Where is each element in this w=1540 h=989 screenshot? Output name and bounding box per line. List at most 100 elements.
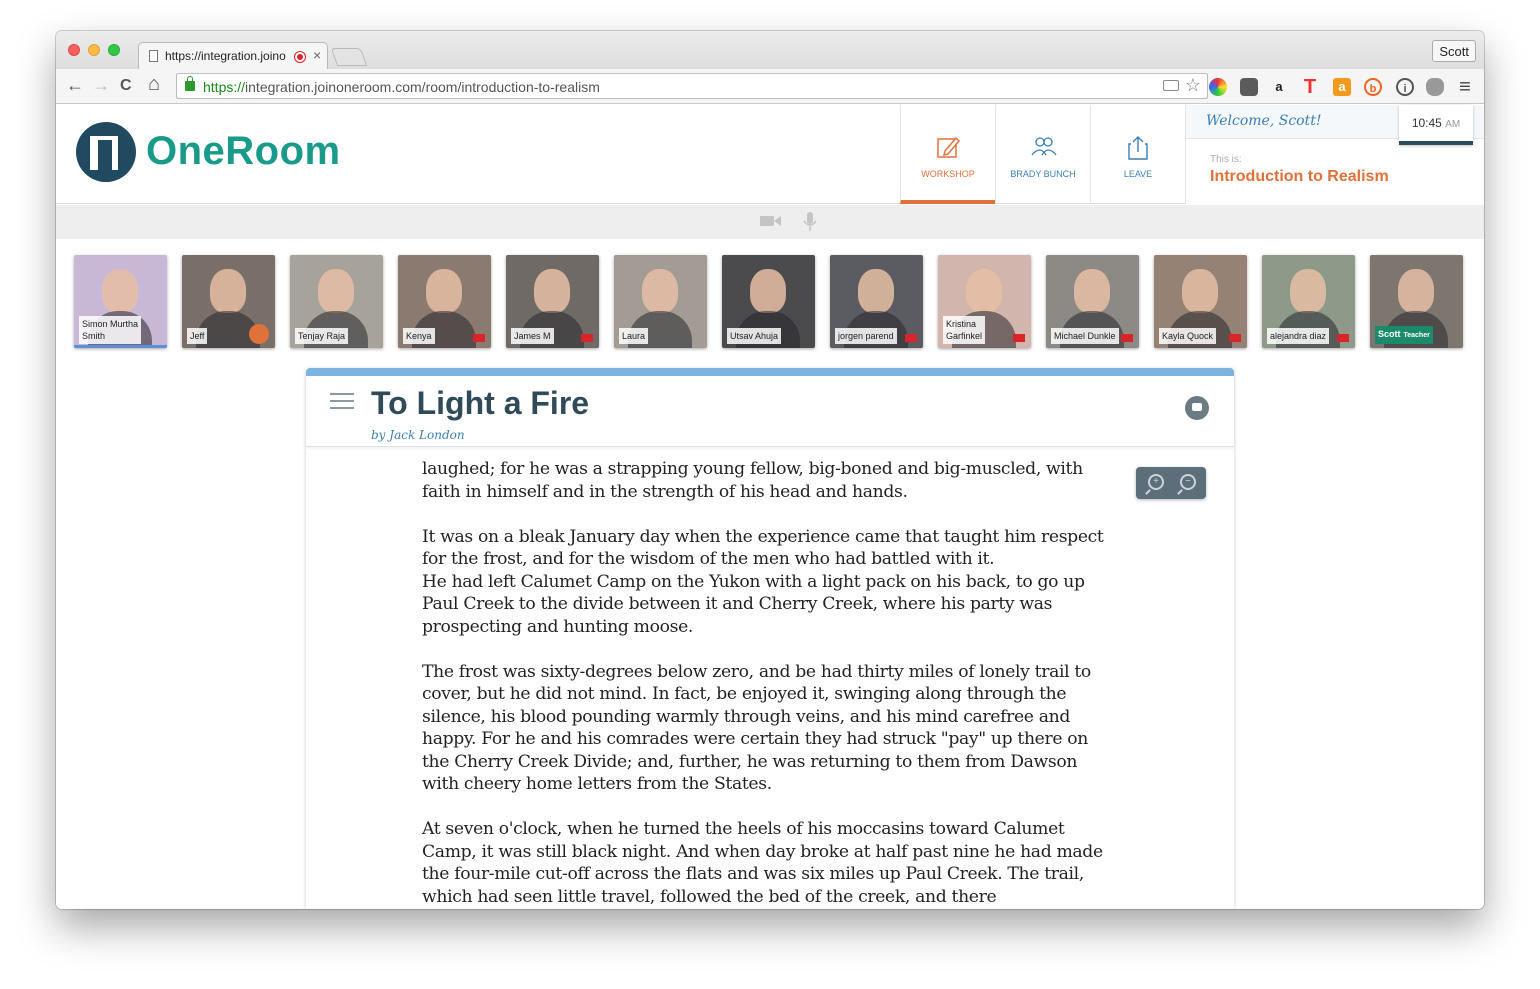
home-button[interactable]: ⌂	[148, 73, 160, 96]
camera-off-icon	[1229, 334, 1241, 342]
participant-face	[858, 269, 894, 313]
participant-face	[210, 269, 246, 313]
participant-face	[426, 269, 462, 313]
participant-name: Kayla Quock	[1159, 328, 1217, 344]
participant-video-tile[interactable]: Simon Murtha Smith	[74, 255, 167, 348]
hamburger-menu-icon[interactable]	[330, 393, 354, 411]
participant-name-text: Michael Dunkle	[1054, 331, 1116, 341]
pencil-edit-icon	[936, 135, 961, 161]
nav-brady-bunch[interactable]: BRADY BUNCH	[995, 105, 1090, 204]
b-extension-icon[interactable]: b	[1364, 78, 1382, 96]
participant-face	[642, 269, 678, 313]
document-author: by Jack London	[371, 428, 465, 442]
participant-video-tile[interactable]: Jeff	[182, 255, 275, 348]
camera-off-icon	[1337, 334, 1349, 342]
participant-video-tile[interactable]: Utsav Ahuja	[722, 255, 815, 348]
app-header: OneRoom WORKSHOP BRADY BUNCH LEAVE Welco…	[56, 105, 1484, 204]
course-name[interactable]: Introduction to Realism	[1210, 168, 1389, 186]
participant-face	[102, 269, 138, 313]
participant-video-tile[interactable]: Tenjay Raja	[290, 255, 383, 348]
participant-face	[534, 269, 570, 313]
oneroom-app: OneRoom WORKSHOP BRADY BUNCH LEAVE Welco…	[56, 105, 1484, 909]
forward-button[interactable]: →	[92, 75, 110, 96]
zoom-out-icon[interactable]: −	[1180, 474, 1196, 490]
participant-name-line-1: Simon Murtha	[82, 319, 139, 329]
participant-video-tile[interactable]: Michael Dunkle	[1046, 255, 1139, 348]
document-body: laughed; for he was a strapping young fe…	[422, 458, 1112, 909]
media-control-bar	[56, 205, 1484, 239]
participant-video-tile[interactable]: James M	[506, 255, 599, 348]
participant-name-text: jorgen parend	[838, 331, 894, 341]
participant-name-text: Utsav Ahuja	[730, 331, 779, 341]
video-camera-icon[interactable]	[760, 214, 782, 233]
teacher-label: Teacher	[1403, 332, 1430, 339]
bug-extension-icon[interactable]	[1426, 78, 1444, 96]
browser-window: https://integration.joino × Scott ← → C …	[56, 31, 1484, 909]
reading-document: To Light a Fire by Jack London + − laugh…	[306, 368, 1234, 909]
nav-leave-label: LEAVE	[1123, 169, 1153, 179]
paragraph-4: At seven o'clock, when he turned the hee…	[422, 819, 1103, 907]
t-extension-icon[interactable]: T	[1301, 77, 1319, 97]
tab-close-button[interactable]: ×	[313, 47, 321, 63]
chat-bubble-icon[interactable]	[1185, 396, 1209, 420]
participant-video-tile[interactable]: Laura	[614, 255, 707, 348]
participant-name-text: Jeff	[190, 331, 205, 341]
participant-name-text: Scott	[1378, 329, 1401, 339]
browser-tab[interactable]: https://integration.joino ×	[138, 42, 328, 69]
participant-name: Laura	[619, 328, 649, 344]
nav-workshop[interactable]: WORKSHOP	[900, 105, 995, 204]
clock-ampm: AM	[1445, 119, 1461, 130]
participant-name: Tenjay Raja	[295, 328, 349, 344]
profile-button[interactable]: Scott	[1432, 40, 1476, 62]
participant-video-tile[interactable]: Kristina Garfinkel	[938, 255, 1031, 348]
welcome-panel: Welcome, Scott! 10:45 AM This is: Introd…	[1185, 105, 1484, 204]
back-button[interactable]: ←	[66, 75, 84, 96]
url-text: integration.joinoneroom.com/room/introdu…	[245, 79, 600, 95]
participant-video-tile[interactable]: Kenya	[398, 255, 491, 348]
amazon-extension-icon[interactable]: a	[1270, 78, 1288, 96]
document-header: To Light a Fire by Jack London	[306, 376, 1234, 447]
participant-face	[1398, 269, 1434, 313]
clock-time: 10:45	[1411, 116, 1442, 130]
maximize-window-button[interactable]	[108, 44, 120, 56]
info-extension-icon[interactable]: i	[1396, 78, 1414, 96]
chrome-menu-icon[interactable]: ≡	[1456, 77, 1474, 97]
url-scheme: https://	[203, 79, 246, 95]
participant-face	[318, 269, 354, 313]
camera-off-icon	[581, 334, 593, 342]
recording-icon	[295, 52, 305, 62]
participant-name-line-1: Kristina	[946, 319, 977, 329]
tab-title: https://integration.joino	[165, 49, 286, 63]
microphone-icon[interactable]	[803, 212, 817, 237]
pocket-extension-icon[interactable]	[1240, 78, 1258, 96]
participant-name-line-2: Garfinkel	[946, 331, 983, 341]
participant-face	[1074, 269, 1110, 313]
document-top-accent	[306, 368, 1234, 376]
paragraph-2: It was on a bleak January day when the e…	[422, 526, 1104, 637]
close-window-button[interactable]	[68, 44, 80, 56]
participant-video-tile[interactable]: Scott Teacher	[1370, 255, 1463, 348]
address-bar[interactable]: https://integration.joinoneroom.com/room…	[176, 73, 1208, 99]
participant-face	[1290, 269, 1326, 313]
camera-permission-icon[interactable]	[1163, 80, 1179, 91]
reload-button[interactable]: C	[120, 77, 132, 95]
nav-leave[interactable]: LEAVE	[1090, 105, 1185, 204]
title-bar: https://integration.joino × Scott	[56, 31, 1484, 69]
participant-name-line-2: Smith	[82, 331, 106, 341]
participant-face	[1182, 269, 1218, 313]
minimize-window-button[interactable]	[88, 44, 100, 56]
new-tab-button[interactable]	[330, 48, 368, 66]
amazon-assistant-extension-icon[interactable]: a	[1333, 78, 1351, 96]
participant-video-tile[interactable]: Kayla Quock	[1154, 255, 1247, 348]
zoom-in-icon[interactable]: +	[1148, 474, 1164, 490]
participant-name-text: James M	[514, 331, 551, 341]
color-picker-extension-icon[interactable]	[1209, 78, 1227, 96]
paragraph-1: laughed; for he was a strapping young fe…	[422, 459, 1083, 502]
nav-workshop-label: WORKSHOP	[921, 169, 975, 179]
bookmark-star-icon[interactable]: ☆	[1185, 75, 1201, 96]
zoom-controls: + −	[1136, 467, 1206, 499]
participant-video-tile[interactable]: alejandra diaz	[1262, 255, 1355, 348]
camera-off-icon	[1121, 334, 1133, 342]
participant-video-tile[interactable]: jorgen parend	[830, 255, 923, 348]
document-title: To Light a Fire	[371, 385, 590, 421]
